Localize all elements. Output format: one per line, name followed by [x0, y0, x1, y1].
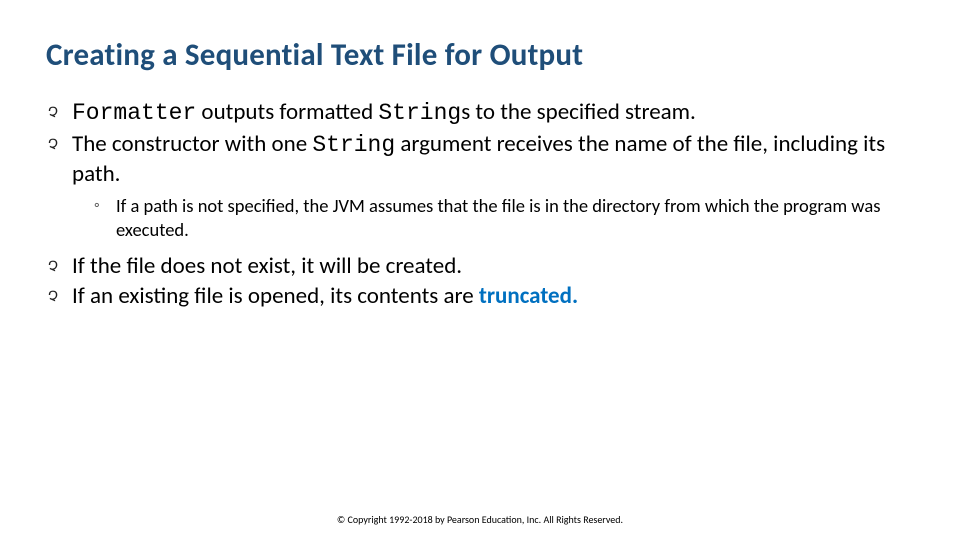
- bullet-icon: Չ: [48, 258, 58, 276]
- bullet-item-1: Չ Formatter outputs formatted Strings to…: [46, 98, 914, 128]
- text-segment: s to the specified stream.: [461, 98, 696, 126]
- sub-bullet-list: ◦ If a path is not specified, the JVM as…: [72, 194, 914, 241]
- text-segment: The constructor with one: [72, 130, 312, 158]
- sub-bullet-icon: ◦: [94, 196, 100, 216]
- text-segment: Formatter: [72, 100, 196, 126]
- text-segment: If a path is not specified, the JVM assu…: [116, 194, 880, 241]
- text-segment: String: [378, 100, 461, 126]
- bullet-icon: Չ: [48, 288, 58, 306]
- text-segment: If an existing file is opened, its conte…: [72, 282, 479, 310]
- bullet-item-4: Չ If an existing file is opened, its con…: [46, 282, 914, 311]
- bullet-item-2: Չ The constructor with one String argume…: [46, 130, 914, 242]
- bullet-list: Չ Formatter outputs formatted Strings to…: [46, 98, 914, 311]
- slide-title: Creating a Sequential Text File for Outp…: [46, 38, 914, 72]
- slide: Creating a Sequential Text File for Outp…: [0, 0, 960, 540]
- text-segment: If the file does not exist, it will be c…: [72, 252, 462, 280]
- text-segment: outputs formatted: [196, 98, 378, 126]
- copyright-footer: © Copyright 1992-2018 by Pearson Educati…: [0, 513, 960, 526]
- bullet-item-3: Չ If the file does not exist, it will be…: [46, 252, 914, 281]
- bullet-icon: Չ: [48, 136, 58, 154]
- bullet-icon: Չ: [48, 104, 58, 122]
- highlighted-word: truncated.: [479, 282, 578, 310]
- sub-bullet-item-1: ◦ If a path is not specified, the JVM as…: [72, 194, 914, 241]
- text-segment: String: [312, 132, 395, 158]
